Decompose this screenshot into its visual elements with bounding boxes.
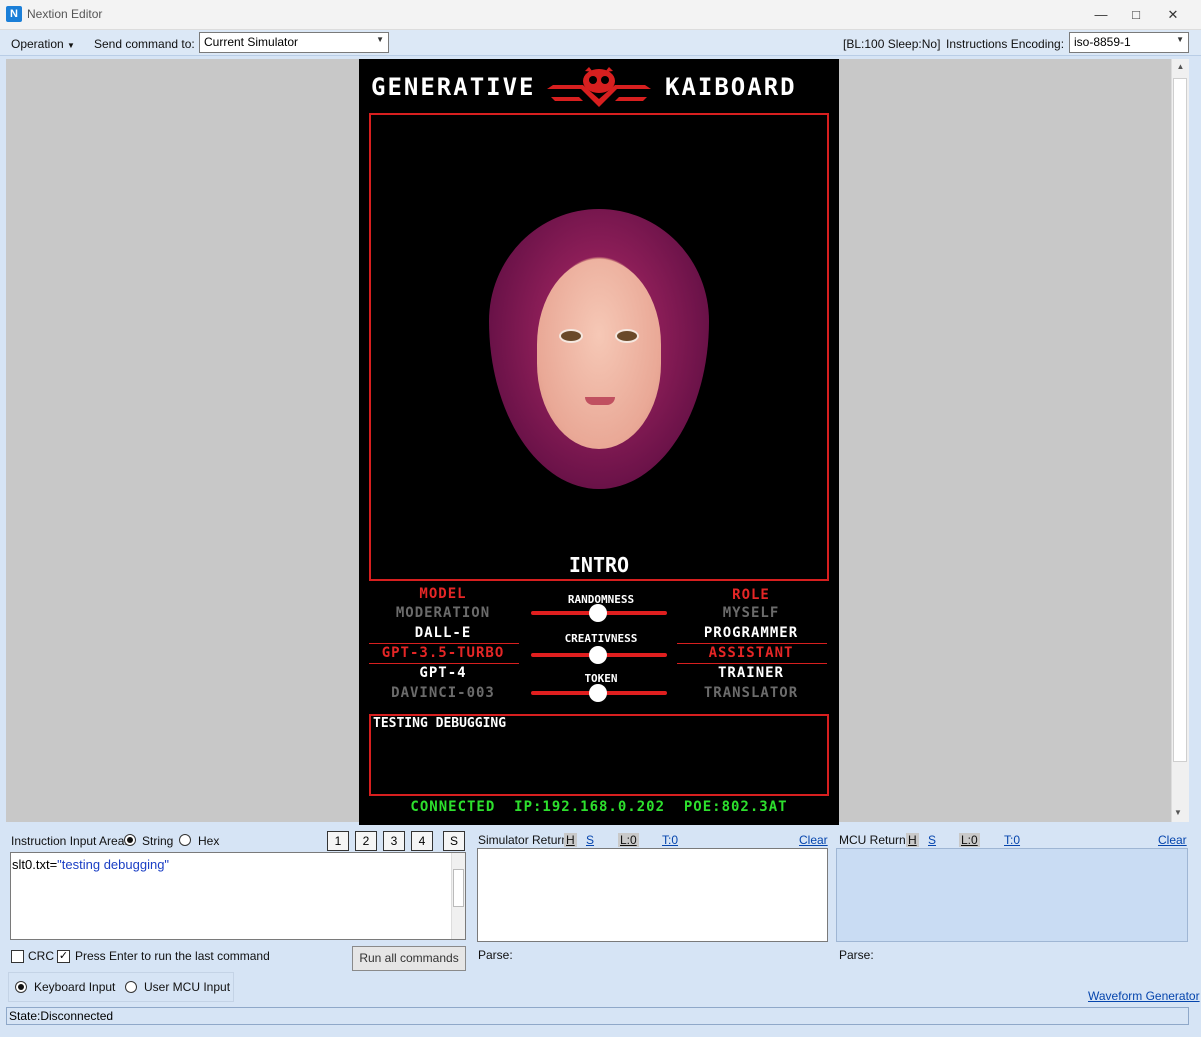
scroll-up-icon[interactable]: ▲: [1172, 62, 1189, 71]
status-bar: State:Disconnected: [6, 1007, 1189, 1025]
sim-time-toggle[interactable]: T:0: [662, 833, 678, 847]
simulator-return-label: Simulator Return:: [478, 833, 572, 847]
chevron-down-icon: ▼: [376, 35, 384, 44]
keyboard-input-label: Keyboard Input: [34, 980, 116, 994]
input-scrollbar-thumb[interactable]: [453, 869, 464, 907]
history-button-2[interactable]: 2: [355, 831, 377, 851]
enter-run-checkbox[interactable]: ✓: [57, 950, 70, 963]
mcu-input-label: User MCU Input: [144, 980, 231, 994]
debug-text: TESTING DEBUGGING: [373, 716, 507, 731]
scrollbar-thumb[interactable]: [1173, 78, 1187, 762]
hmi-screen[interactable]: GENERATIVE KAIBOARD INTRO MODEL MODERATI…: [359, 59, 839, 825]
model-item-gpt-3-5-turbo[interactable]: GPT-3.5-TURBO: [369, 645, 517, 661]
model-selection-line-top: [369, 643, 519, 644]
title-bar: [0, 0, 1201, 30]
maximize-icon[interactable]: □: [1121, 4, 1151, 26]
string-mode-label: String: [142, 834, 174, 848]
sim-length-toggle[interactable]: L:0: [618, 833, 639, 847]
hex-mode-label: Hex: [198, 834, 220, 848]
role-item-myself[interactable]: MYSELF: [677, 605, 825, 621]
avatar-face: [537, 259, 661, 449]
encoding-select[interactable]: iso-8859-1 ▼: [1069, 32, 1189, 53]
mcu-clear-link[interactable]: Clear: [1158, 833, 1187, 847]
waveform-generator-link[interactable]: Waveform Generator: [1088, 989, 1200, 1003]
instruction-input[interactable]: slt0.txt="testing debugging": [10, 852, 466, 940]
chevron-down-icon: ▼: [67, 41, 75, 50]
randomness-slider-knob[interactable]: [589, 604, 607, 622]
minimize-icon[interactable]: —: [1086, 4, 1116, 26]
input-scrollbar[interactable]: [451, 853, 465, 939]
string-mode-radio[interactable]: [124, 834, 136, 846]
mcu-string-toggle[interactable]: S: [928, 833, 936, 847]
mcu-time-toggle[interactable]: T:0: [1004, 833, 1020, 847]
operation-menu[interactable]: Operation ▼: [11, 37, 75, 51]
run-all-commands-button[interactable]: Run all commands: [352, 946, 466, 971]
sim-string-toggle[interactable]: S: [586, 833, 594, 847]
history-button-3[interactable]: 3: [383, 831, 405, 851]
backlight-sleep-status: [BL:100 Sleep:No]: [843, 37, 941, 51]
crc-label: CRC: [28, 949, 54, 963]
model-selection-line-bottom: [369, 663, 519, 664]
crc-checkbox[interactable]: [11, 950, 24, 963]
sim-parse-label: Parse:: [478, 948, 513, 962]
enter-run-label: Press Enter to run the last command: [75, 949, 270, 963]
connection-status-line: CONNECTED IP:192.168.0.202 POE:802.3AT: [410, 799, 788, 815]
mcu-return-label: MCU Return:: [839, 833, 910, 847]
keyboard-input-radio[interactable]: [15, 981, 27, 993]
role-item-programmer[interactable]: PROGRAMMER: [677, 625, 825, 641]
window-title: Nextion Editor: [27, 7, 103, 21]
connection-state: State:Disconnected: [9, 1009, 114, 1023]
hmi-title-generative: GENERATIVE: [371, 73, 536, 101]
mcu-return-output: [836, 848, 1188, 942]
role-header: ROLE: [732, 587, 770, 603]
avatar-eye-left: [559, 329, 583, 343]
history-button-1[interactable]: 1: [327, 831, 349, 851]
avatar-mouth: [585, 397, 615, 405]
creativness-label: CREATIVNESS: [564, 632, 638, 645]
token-label: TOKEN: [584, 672, 618, 685]
close-icon[interactable]: ✕: [1158, 4, 1188, 26]
mcu-hex-toggle[interactable]: H: [906, 833, 919, 847]
role-selection-line-bottom: [677, 663, 827, 664]
command-value: "testing debugging": [57, 857, 170, 872]
sim-clear-link[interactable]: Clear: [799, 833, 828, 847]
role-item-trainer[interactable]: TRAINER: [677, 665, 825, 681]
chevron-down-icon: ▼: [1176, 35, 1184, 44]
history-button-s[interactable]: S: [443, 831, 465, 851]
creativness-slider-knob[interactable]: [589, 646, 607, 664]
mcu-input-radio[interactable]: [125, 981, 137, 993]
model-item-davinci-003[interactable]: DAVINCI-003: [369, 685, 517, 701]
encoding-value: iso-8859-1: [1074, 35, 1131, 49]
model-item-dall-e[interactable]: DALL-E: [369, 625, 517, 641]
sim-hex-toggle[interactable]: H: [564, 833, 577, 847]
hex-mode-radio[interactable]: [179, 834, 191, 846]
model-item-moderation[interactable]: MODERATION: [369, 605, 517, 621]
app-logo-icon: N: [6, 6, 22, 22]
encoding-label: Instructions Encoding:: [946, 37, 1065, 51]
debug-text-box: TESTING DEBUGGING: [369, 714, 829, 796]
avatar-eye-right: [615, 329, 639, 343]
intro-label: INTRO: [568, 553, 630, 577]
token-slider-knob[interactable]: [589, 684, 607, 702]
model-header: MODEL: [419, 586, 467, 602]
model-item-gpt-4[interactable]: GPT-4: [369, 665, 517, 681]
history-button-4[interactable]: 4: [411, 831, 433, 851]
mcu-length-toggle[interactable]: L:0: [959, 833, 980, 847]
send-target-value: Current Simulator: [204, 35, 299, 49]
owl-logo-icon: [547, 67, 651, 109]
hmi-title-kaiboard: KAIBOARD: [665, 73, 797, 101]
role-item-assistant[interactable]: ASSISTANT: [677, 645, 825, 661]
operation-label: Operation: [11, 37, 64, 51]
simulator-return-output: [477, 848, 828, 942]
scroll-down-icon[interactable]: ▼: [1174, 808, 1182, 817]
send-target-select[interactable]: Current Simulator ▼: [199, 32, 389, 53]
command-prefix: slt0.txt=: [12, 857, 58, 872]
role-item-translator[interactable]: TRANSLATOR: [677, 685, 825, 701]
instruction-input-label: Instruction Input Area:: [11, 834, 128, 848]
mcu-parse-label: Parse:: [839, 948, 874, 962]
role-selection-line-top: [677, 643, 827, 644]
send-command-label: Send command to:: [94, 37, 195, 51]
